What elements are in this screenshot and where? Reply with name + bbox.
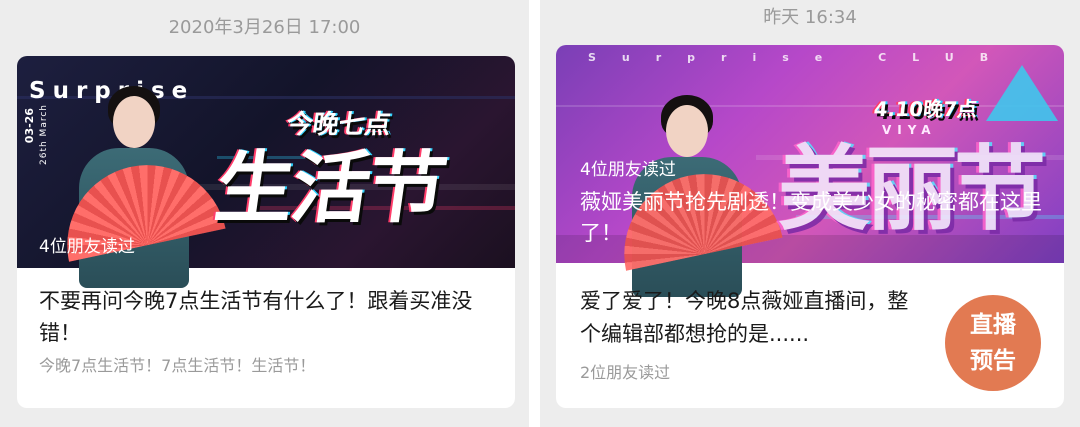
badge-line: 预告 (970, 348, 1016, 374)
article-summary: 今晚7点生活节！7点生活节！生活节！ (39, 356, 316, 375)
banner-headline: 生活节 (209, 144, 451, 234)
friends-read-count: 2位朋友读过 (580, 363, 671, 382)
message-timestamp: 2020年3月26日 17:00 (168, 17, 361, 38)
cover-title[interactable]: 薇娅美丽节抢先剧透！变成美少女的秘密都在这里了！ (580, 187, 1050, 249)
model-face (666, 105, 708, 157)
chat-panel-right: 昨天 16:34 Surprise CLUB 美丽节 4.10晚7点 VIYA … (540, 0, 1080, 427)
article-cover-image[interactable]: Surprise CLUB 美丽节 4.10晚7点 VIYA 4位朋友读过 薇娅… (556, 45, 1064, 297)
article-title[interactable]: 不要再问今晚7点生活节有什么了！跟着买准没错！ (39, 285, 499, 349)
article-title[interactable]: 爱了爱了！今晚8点薇娅直播间，整个编辑部都想抢的是...... (580, 285, 920, 351)
chat-panel-left: 2020年3月26日 17:00 Surprise 03-26 26th Mar… (0, 0, 529, 427)
badge-line: 直播 (970, 312, 1016, 338)
banner-vertical-small: 26th March (39, 104, 49, 165)
friends-read-count: 4位朋友读过 (39, 237, 135, 257)
model-face (113, 96, 155, 148)
article-card[interactable]: Surprise CLUB 美丽节 4.10晚7点 VIYA 4位朋友读过 薇娅… (556, 45, 1064, 408)
image-divider (529, 0, 540, 427)
banner-tag: VIYA (882, 123, 937, 137)
triangle-decoration (986, 65, 1058, 121)
article-cover-image[interactable]: Surprise 03-26 26th March 今晚七点 生活节 4位朋友读… (17, 56, 515, 288)
friends-read-count: 4位朋友读过 (580, 160, 676, 180)
banner-vertical-date: 03-26 (23, 108, 36, 144)
article-card[interactable]: Surprise 03-26 26th March 今晚七点 生活节 4位朋友读… (17, 56, 515, 408)
banner-kicker: 4.10晚7点 (872, 97, 979, 121)
banner-brand: Surprise CLUB (588, 51, 1015, 64)
message-timestamp: 昨天 16:34 (763, 7, 857, 28)
live-preview-badge: 直播 预告 (945, 295, 1041, 391)
